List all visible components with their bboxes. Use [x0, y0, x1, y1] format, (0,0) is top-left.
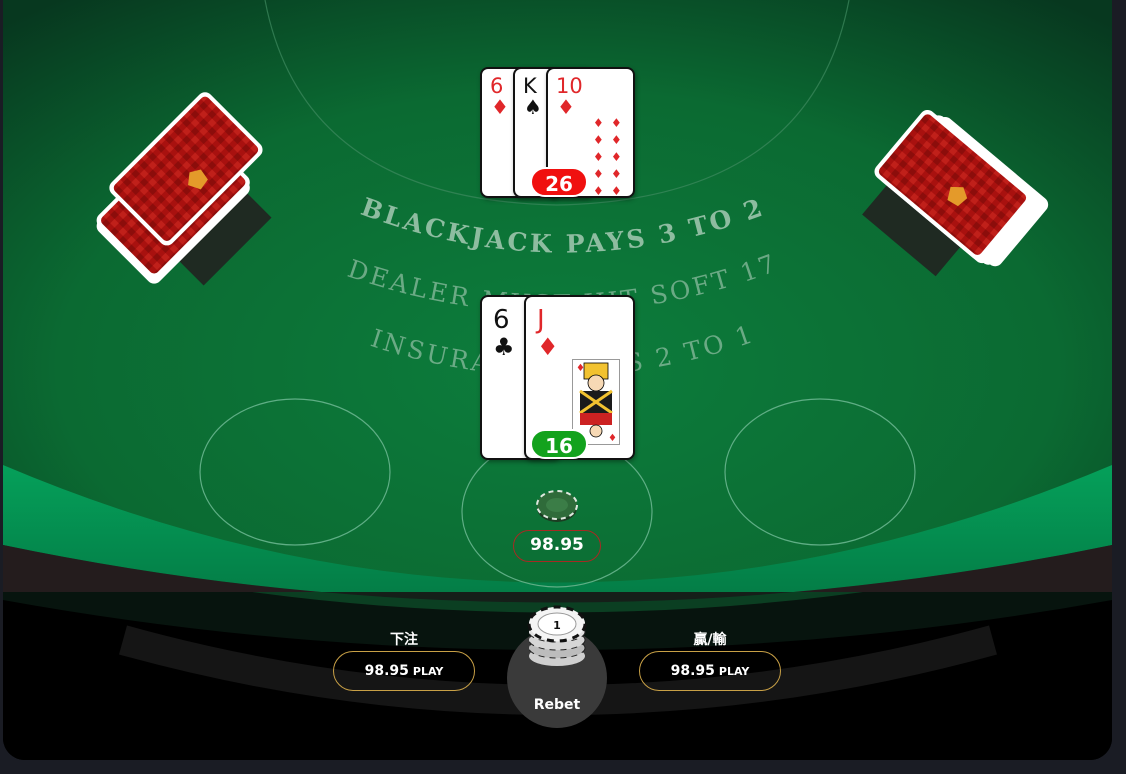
game-frame: BLACKJACK PAYS 3 TO 2 DEALER MUST HIT SO… — [3, 0, 1112, 760]
rebet-chip-overlay: 1 — [527, 605, 587, 666]
rebet-label[interactable]: Rebet — [507, 697, 607, 713]
rebet-chip-value: 1 — [553, 619, 561, 632]
